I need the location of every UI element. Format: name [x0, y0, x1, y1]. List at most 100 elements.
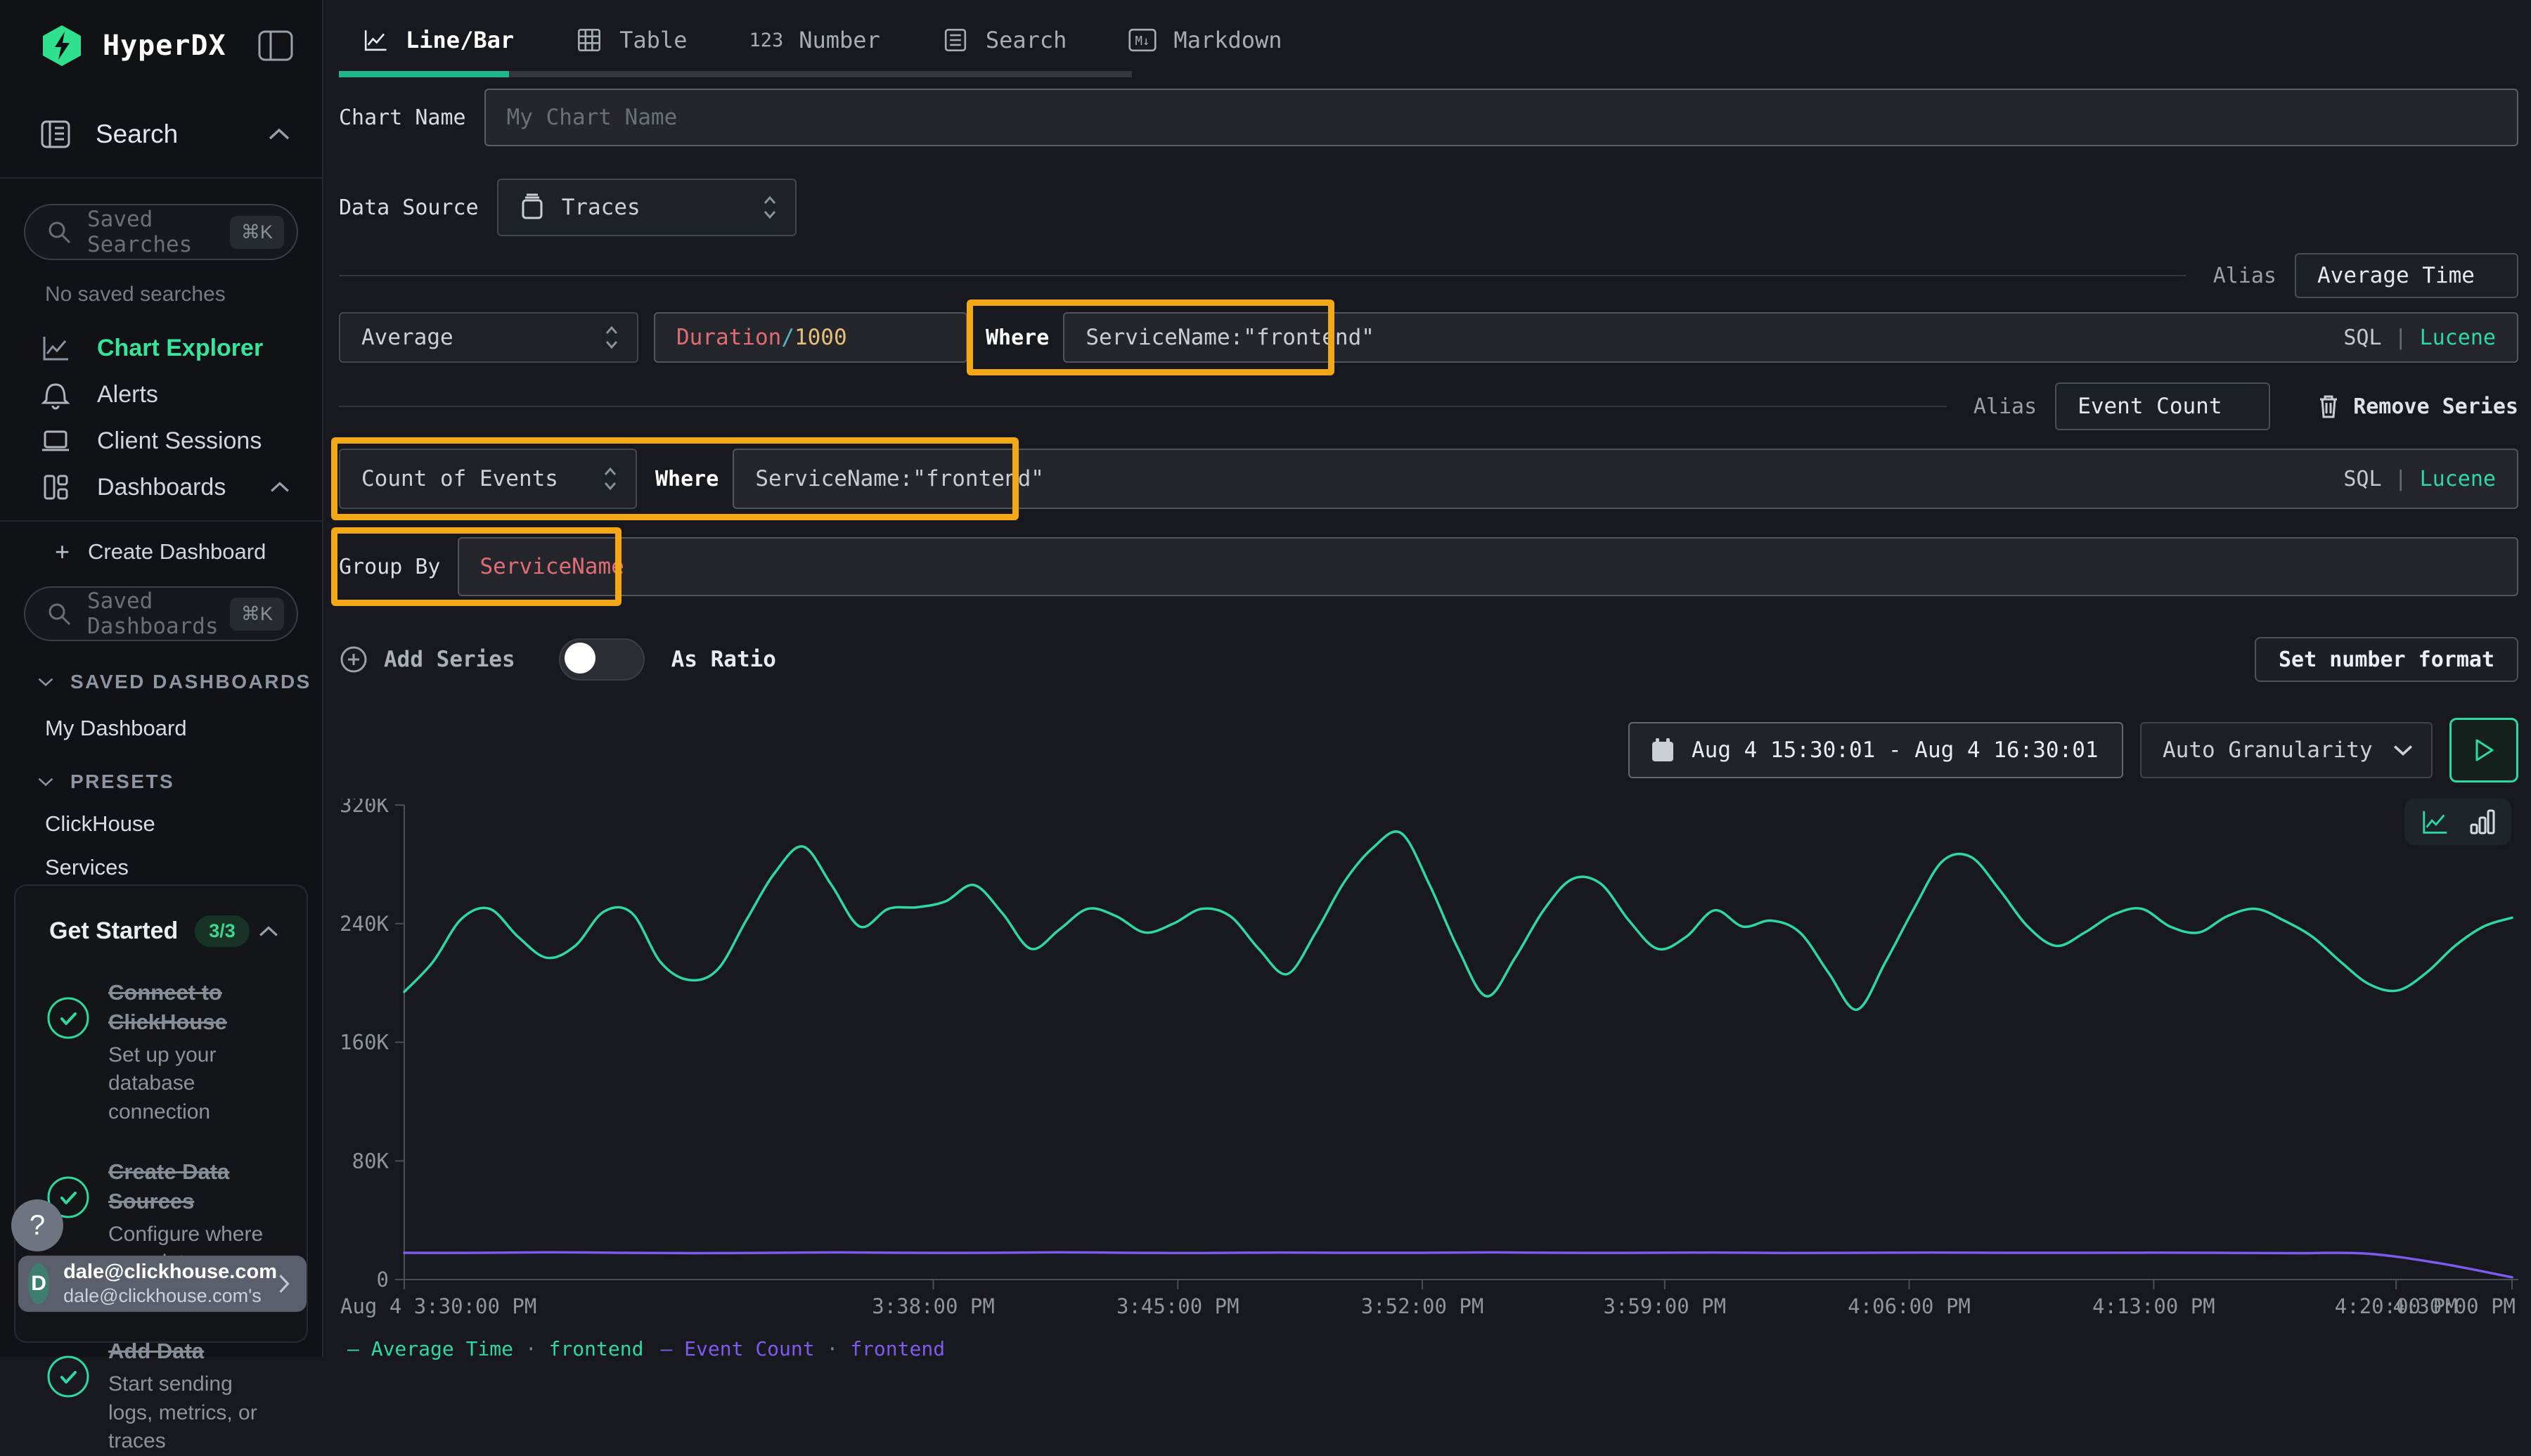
remove-series-button[interactable]: Remove Series	[2317, 393, 2518, 420]
tab-search[interactable]: Search	[942, 27, 1067, 53]
tab-line-bar[interactable]: Line/Bar	[362, 27, 514, 53]
aggregation-select-2[interactable]: Count of Events	[339, 449, 637, 509]
legend-item[interactable]: — Average Time · frontend	[347, 1337, 643, 1360]
section-label: SAVED DASHBOARDS	[70, 671, 311, 693]
get-started-item[interactable]: Connect to ClickHouse Set up your databa…	[15, 978, 307, 1126]
user-account-chip[interactable]: D dale@clickhouse.com dale@clickhouse.co…	[18, 1256, 307, 1312]
where-input-2[interactable]: ServiceName:"frontend" SQL | Lucene	[733, 449, 2518, 509]
bar-chart-icon[interactable]	[2469, 808, 2496, 836]
chart-type-tabs: Line/Bar Table 123 Number Search M↓	[323, 0, 2531, 80]
select-chevrons-icon	[602, 465, 619, 493]
chevron-up-icon[interactable]	[257, 925, 280, 939]
saved-dashboards-placeholder: Saved Dashboards	[87, 588, 230, 639]
check-circle-icon	[46, 996, 90, 1040]
svg-text:3:45:00 PM: 3:45:00 PM	[1116, 1294, 1239, 1318]
saved-searches-input[interactable]: Saved Searches ⌘K	[24, 204, 298, 260]
search-list-icon	[942, 27, 969, 53]
app-title: HyperDX	[103, 30, 226, 62]
saved-searches-placeholder: Saved Searches	[87, 207, 230, 257]
chart-name-label: Chart Name	[339, 105, 466, 130]
progress-badge: 3/3	[195, 915, 250, 947]
chevron-down-icon	[37, 776, 55, 787]
sidebar-item-dashboards[interactable]: Dashboards	[0, 464, 322, 510]
get-started-header[interactable]: Get Started 3/3	[15, 886, 307, 947]
legend-item[interactable]: — Event Count · frontend	[660, 1337, 945, 1360]
sidebar-item-chart-explorer[interactable]: Chart Explorer	[0, 325, 322, 371]
svg-text:3:59:00 PM: 3:59:00 PM	[1603, 1294, 1726, 1318]
select-chevrons-icon	[761, 193, 778, 221]
group-by-value: ServiceName	[480, 554, 624, 579]
aggregation-select-1[interactable]: Average	[339, 312, 638, 363]
alias-input-2[interactable]: Event Count	[2055, 382, 2270, 430]
sidebar-collapse-icon[interactable]	[257, 30, 294, 62]
no-saved-searches-text: No saved searches	[45, 283, 322, 307]
svg-text:4:06:00 PM: 4:06:00 PM	[1848, 1294, 1971, 1318]
lucene-option[interactable]: Lucene	[2420, 326, 2496, 350]
chart-name-input[interactable]: My Chart Name	[484, 89, 2518, 146]
sql-option[interactable]: SQL	[2343, 467, 2381, 491]
alias-value: Event Count	[2078, 394, 2222, 419]
play-icon	[2473, 738, 2494, 762]
sidebar-section-search[interactable]: Search	[0, 91, 322, 179]
step-title: Connect to ClickHouse	[108, 978, 281, 1037]
data-source-value: Traces	[562, 195, 640, 220]
line-chart-icon[interactable]	[2420, 807, 2449, 837]
tab-table[interactable]: Table	[576, 27, 687, 53]
database-icon	[520, 193, 545, 221]
series-row-2: Count of Events Where ServiceName:"front…	[339, 449, 2518, 509]
alias-input-1[interactable]: Average Time	[2295, 253, 2518, 298]
chevron-up-icon[interactable]	[269, 480, 291, 494]
chevron-down-icon	[37, 676, 55, 688]
group-by-input[interactable]: ServiceName	[458, 537, 2519, 596]
hyperdx-logo-icon	[39, 23, 84, 68]
time-range-input[interactable]: Aug 4 15:30:01 - Aug 4 16:30:01	[1628, 722, 2123, 778]
field-operator: /	[781, 325, 794, 350]
svg-text:3:38:00 PM: 3:38:00 PM	[872, 1294, 995, 1318]
tab-label: Line/Bar	[406, 27, 514, 53]
data-source-select[interactable]: Traces	[497, 179, 797, 236]
laptop-icon	[39, 426, 72, 456]
bell-icon	[39, 379, 72, 410]
create-dashboard-label: Create Dashboard	[88, 539, 266, 565]
as-ratio-toggle[interactable]	[559, 638, 645, 681]
sidebar-item-client-sessions[interactable]: Client Sessions	[0, 418, 322, 464]
field-expression-input[interactable]: Duration/1000	[654, 312, 967, 363]
chevron-up-icon[interactable]	[267, 127, 291, 142]
granularity-select[interactable]: Auto Granularity	[2140, 722, 2433, 778]
sidebar-item-alerts[interactable]: Alerts	[0, 371, 322, 418]
sidebar-item-services[interactable]: Services	[0, 855, 322, 880]
create-dashboard-button[interactable]: + Create Dashboard	[0, 527, 322, 576]
sidebar-item-my-dashboard[interactable]: My Dashboard	[0, 716, 322, 741]
search-section-label: Search	[96, 120, 178, 149]
step-subtitle: Start sending logs, metrics, or traces	[108, 1370, 281, 1456]
shortcut-badge: ⌘K	[230, 598, 284, 631]
query-language-toggle[interactable]: SQL | Lucene	[2343, 467, 2496, 491]
sidebar-nav: Chart Explorer Alerts Client Sessions Da…	[0, 325, 322, 510]
divider	[339, 275, 2187, 276]
saved-dashboards-section-header[interactable]: SAVED DASHBOARDS	[0, 671, 322, 693]
field-name: Duration	[676, 325, 781, 350]
add-series-label: Add Series	[384, 647, 515, 672]
tab-number[interactable]: 123 Number	[749, 27, 880, 53]
query-language-toggle[interactable]: SQL | Lucene	[2343, 326, 2496, 350]
run-query-button[interactable]	[2449, 718, 2518, 782]
tab-markdown[interactable]: M↓ Markdown	[1128, 27, 1282, 53]
presets-section-header[interactable]: PRESETS	[0, 771, 322, 793]
number-123-icon: 123	[749, 30, 783, 51]
timeseries-chart[interactable]: 080K160K240K320KAug 4 3:30:00 PM3:38:00 …	[339, 799, 2518, 1336]
alias-row-1: Alias Average Time	[339, 253, 2518, 298]
check-circle-icon	[46, 1355, 90, 1398]
where-value: ServiceName:"frontend"	[755, 466, 1044, 491]
help-button[interactable]: ?	[11, 1199, 63, 1251]
alias-row-2: Alias Event Count Remove Series	[339, 382, 2518, 430]
sql-option[interactable]: SQL	[2343, 326, 2381, 350]
add-series-button[interactable]: Add Series	[339, 645, 515, 674]
lucene-option[interactable]: Lucene	[2420, 467, 2496, 491]
saved-dashboards-input[interactable]: Saved Dashboards ⌘K	[24, 586, 298, 641]
alias-label: Alias	[1973, 394, 2037, 419]
set-number-format-button[interactable]: Set number format	[2255, 637, 2518, 682]
divider: |	[2395, 326, 2407, 350]
sidebar-item-clickhouse[interactable]: ClickHouse	[0, 811, 322, 837]
where-input-1[interactable]: ServiceName:"frontend" SQL | Lucene	[1063, 312, 2518, 363]
get-started-item[interactable]: Add Data Start sending logs, metrics, or…	[15, 1336, 307, 1455]
